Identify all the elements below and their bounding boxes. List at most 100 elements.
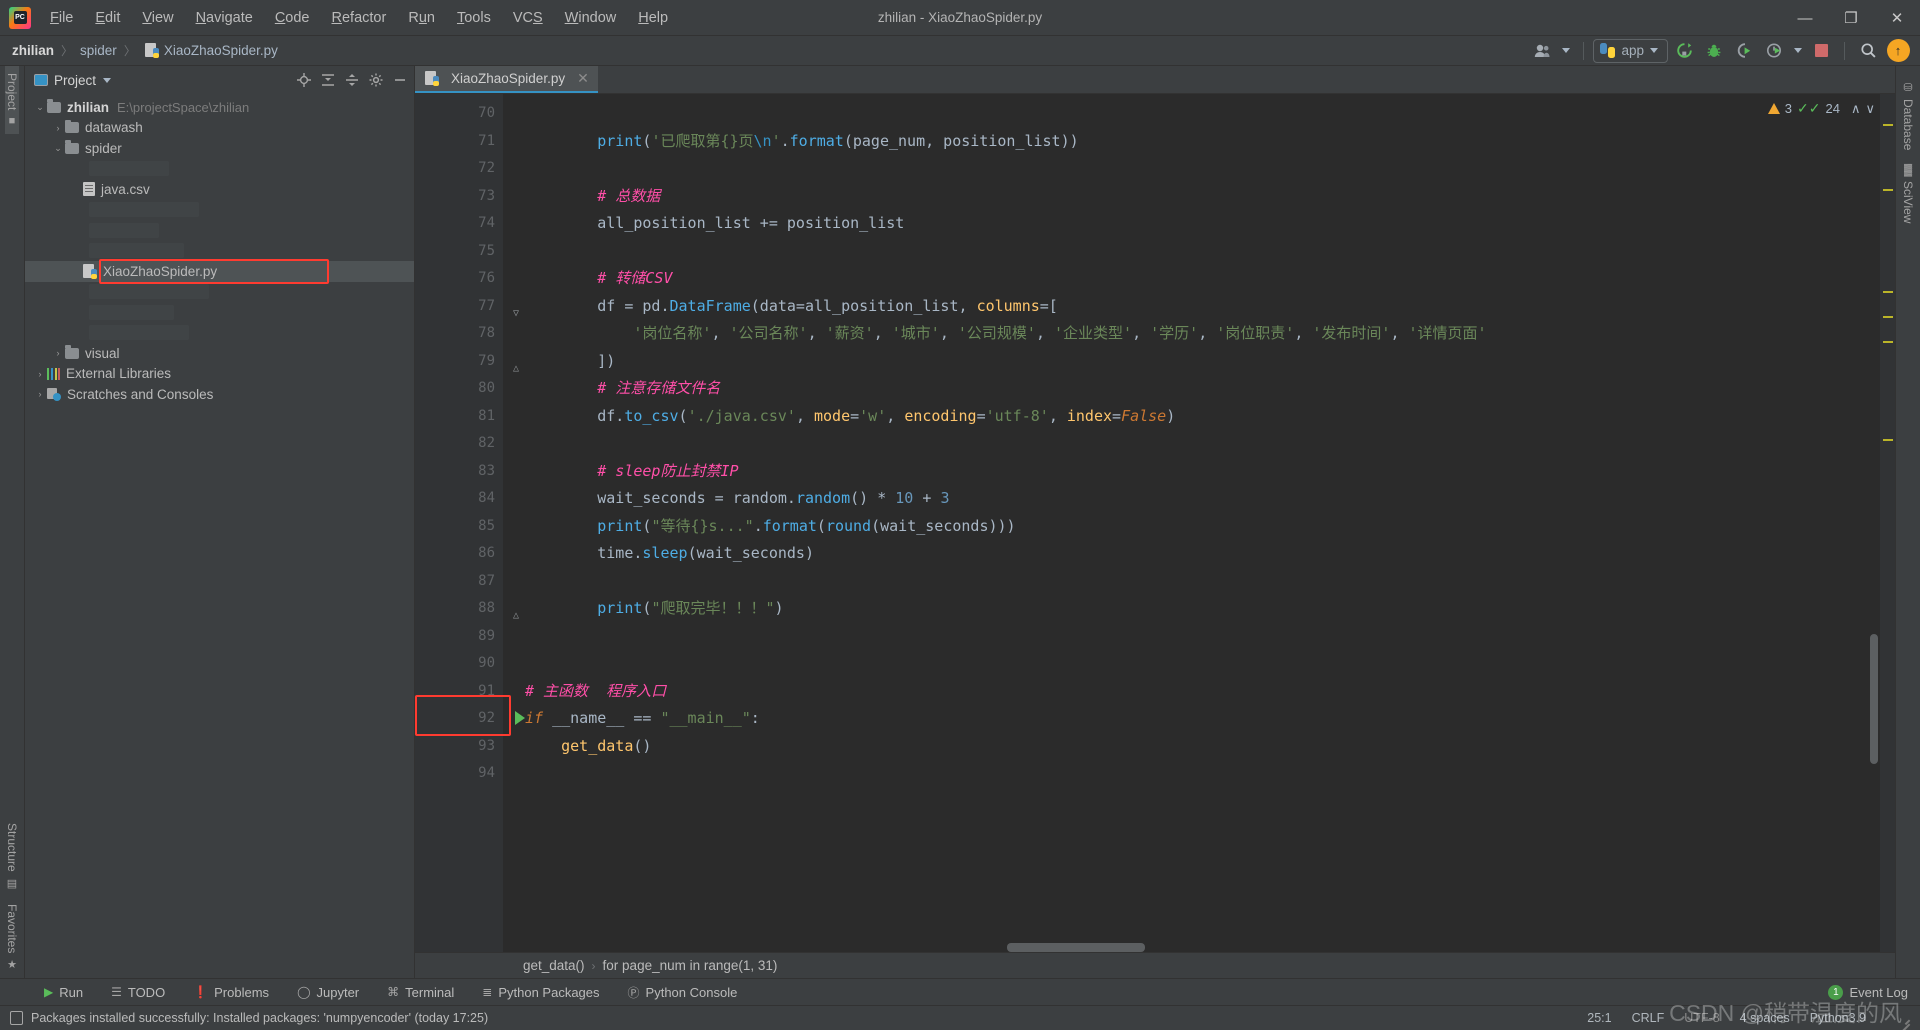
profile-icon[interactable] — [1760, 39, 1788, 63]
menu-edit[interactable]: Edit — [84, 0, 131, 36]
menu-window[interactable]: Window — [554, 0, 628, 36]
file-encoding[interactable]: UTF-8 — [1684, 1011, 1719, 1025]
tree-item-zhilian[interactable]: ⌄ zhilian E:\projectSpace\zhilian — [25, 97, 414, 118]
prev-problem-icon[interactable]: ∧ — [1851, 101, 1861, 117]
tool-tab-structure[interactable]: Structure ▤ — [5, 816, 19, 897]
breadcrumb-file[interactable]: XiaoZhaoSpider.py — [164, 43, 278, 58]
project-tree[interactable]: ⌄ zhilian E:\projectSpace\zhilian › datawash… — [25, 94, 414, 978]
menu-refactor[interactable]: Refactor — [321, 0, 398, 36]
run-configuration-selector[interactable]: app — [1593, 38, 1668, 63]
tree-row-redacted[interactable] — [25, 159, 414, 180]
locate-icon[interactable] — [293, 69, 315, 91]
debug-bug-icon[interactable] — [1700, 39, 1728, 63]
line-separator[interactable]: CRLF — [1632, 1011, 1665, 1025]
gutter-line-number[interactable]: 79 △ — [415, 348, 519, 376]
bottom-tool-terminal[interactable]: ⌘ Terminal — [373, 985, 468, 1000]
menu-tools[interactable]: Tools — [446, 0, 502, 36]
collapse-all-icon[interactable] — [341, 69, 363, 91]
tree-row-redacted[interactable] — [25, 220, 414, 241]
gutter-line-number[interactable]: 89 — [415, 623, 503, 651]
bottom-tool-problems[interactable]: ❗ Problems — [179, 985, 283, 1000]
gutter-line-number[interactable]: 82 — [415, 430, 503, 458]
code-fold-icon[interactable]: △ — [508, 355, 519, 374]
user-group-icon[interactable] — [1528, 39, 1556, 63]
gear-icon[interactable] — [365, 69, 387, 91]
user-dropdown-caret-icon[interactable] — [1558, 39, 1574, 63]
gutter-line-number[interactable]: 78 — [415, 320, 503, 348]
hide-panel-icon[interactable] — [389, 69, 411, 91]
gutter-line-number[interactable]: 86 — [415, 540, 503, 568]
bottom-tool-jupyter[interactable]: ◯ Jupyter — [283, 985, 373, 1000]
chevron-icon[interactable]: › — [33, 389, 47, 399]
editor-vertical-scrollbar[interactable] — [1870, 634, 1878, 764]
bottom-tool-python-packages[interactable]: ≣ Python Packages — [468, 985, 613, 1000]
indent-setting[interactable]: 4 spaces — [1740, 1011, 1790, 1025]
event-log-area[interactable]: 1 Event Log — [1828, 984, 1920, 1000]
tree-row-redacted[interactable] — [25, 323, 414, 344]
chevron-icon[interactable]: ⌄ — [51, 143, 65, 154]
tree-item-datawash[interactable]: › datawash — [25, 118, 414, 139]
run-coverage-icon[interactable] — [1730, 39, 1758, 63]
gutter-line-number[interactable]: 84 — [415, 485, 503, 513]
chevron-down-icon[interactable] — [103, 77, 112, 83]
tree-item-java.csv[interactable]: java.csv — [25, 179, 414, 200]
menu-help[interactable]: Help — [627, 0, 679, 36]
expand-all-icon[interactable] — [317, 69, 339, 91]
gutter-line-number[interactable]: 73 — [415, 183, 503, 211]
close-icon[interactable]: ✕ — [577, 70, 589, 87]
python-interpreter[interactable]: Python3.9 — [1810, 1011, 1866, 1025]
menu-vcs[interactable]: VCS — [502, 0, 554, 36]
marker-bar[interactable] — [1880, 94, 1895, 952]
tree-item-Scratches and Consoles[interactable]: › Scratches and Consoles — [25, 384, 414, 405]
editor-tab-xiaozhaospider[interactable]: XiaoZhaoSpider.py ✕ — [415, 66, 598, 93]
chevron-icon[interactable]: ⌄ — [33, 102, 47, 113]
breadcrumb-folder[interactable]: spider — [80, 43, 117, 58]
gutter-line-number[interactable]: 77 ▽ — [415, 293, 519, 321]
caret-position[interactable]: 25:1 — [1587, 1011, 1611, 1025]
chevron-icon[interactable]: › — [51, 123, 65, 133]
gutter-line-number[interactable]: 85 — [415, 513, 503, 541]
bottom-tool-run[interactable]: ▶ Run — [30, 985, 97, 1000]
tree-row-redacted[interactable] — [25, 241, 414, 262]
tool-tab-favorites[interactable]: Favorites ★ — [5, 897, 19, 978]
next-problem-icon[interactable]: ∨ — [1865, 101, 1875, 117]
tree-item-spider[interactable]: ⌄ spider — [25, 138, 414, 159]
code-fold-icon[interactable]: ▽ — [508, 300, 519, 319]
bottom-tool-todo[interactable]: ☰ TODO — [97, 985, 179, 1000]
editor-code[interactable]: print('已爬取第{}页\n'.format(page_num, posit… — [503, 94, 1880, 952]
chevron-icon[interactable]: › — [51, 348, 65, 358]
tree-row-redacted[interactable] — [25, 302, 414, 323]
gutter-line-number[interactable]: 83 — [415, 458, 503, 486]
editor-gutter[interactable]: 70 71 72 73 74 75 76 77 ▽ 78 79 △ 80 81 82 83 84 85 86 87 88… — [415, 94, 525, 952]
editor-horizontal-scrollbar[interactable] — [1007, 943, 1207, 952]
maximize-button[interactable]: ❐ — [1828, 0, 1874, 36]
tool-tab-sciview[interactable]: ▓ SciView — [1901, 157, 1915, 230]
breadcrumb-project[interactable]: zhilian — [12, 43, 54, 58]
menu-view[interactable]: View — [131, 0, 184, 36]
code-fold-icon[interactable]: △ — [508, 602, 519, 621]
bottom-tool-python-console[interactable]: Ⓟ Python Console — [614, 984, 752, 1001]
event-log-label[interactable]: Event Log — [1849, 985, 1908, 1000]
menu-code[interactable]: Code — [264, 0, 321, 36]
tree-item-visual[interactable]: › visual — [25, 343, 414, 364]
update-project-icon[interactable]: ↑ — [1884, 39, 1912, 63]
gutter-line-number[interactable]: 71 — [415, 128, 503, 156]
gutter-line-number[interactable]: 94 — [415, 760, 503, 788]
gutter-line-number[interactable]: 90 — [415, 650, 503, 678]
tree-row-redacted[interactable] — [25, 282, 414, 303]
breadcrumb-function[interactable]: get_data() — [523, 958, 585, 973]
minimize-button[interactable]: — — [1782, 0, 1828, 36]
close-button[interactable]: ✕ — [1874, 0, 1920, 36]
profile-dropdown-caret-icon[interactable] — [1790, 39, 1805, 63]
gutter-line-number[interactable]: 75 — [415, 238, 503, 266]
tool-tab-project[interactable]: Project ■ — [5, 66, 19, 135]
gutter-line-number[interactable]: 91 — [415, 678, 503, 706]
menu-navigate[interactable]: Navigate — [185, 0, 264, 36]
tree-item-XiaoZhaoSpider.py[interactable]: XiaoZhaoSpider.py — [25, 261, 414, 282]
search-icon[interactable] — [1854, 39, 1882, 63]
inspection-widget[interactable]: 3 ✓✓ 24 ∧ ∨ — [1767, 100, 1875, 117]
breadcrumb-loop[interactable]: for page_num in range(1, 31) — [603, 958, 778, 973]
gutter-line-number[interactable]: 80 — [415, 375, 503, 403]
gutter-line-number[interactable]: 70 — [415, 100, 503, 128]
gutter-line-number[interactable]: 88 △ — [415, 595, 519, 623]
